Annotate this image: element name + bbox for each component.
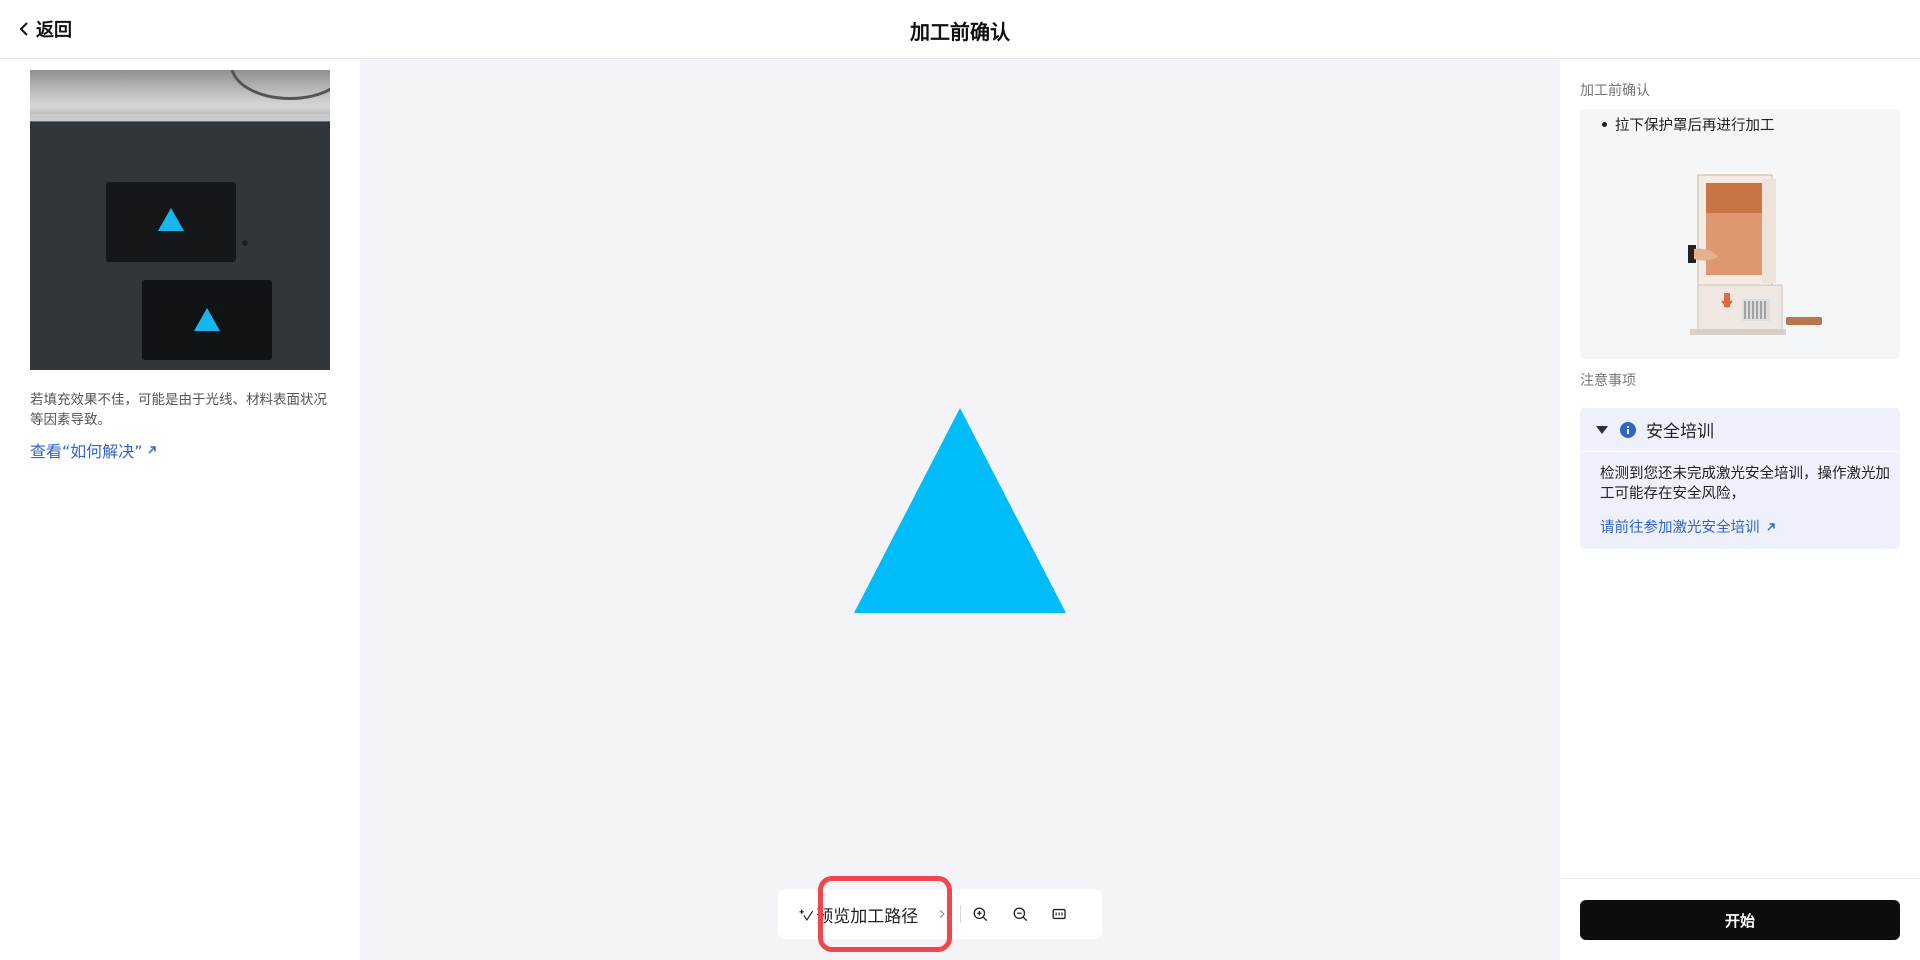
canvas-shapes (854, 408, 1066, 613)
external-link-icon (148, 446, 156, 454)
caret-down-icon (1596, 425, 1608, 434)
safety-training-card: 安全培训 检测到您还未完成激光安全培训，操作激光加工可能存在安全风险， 请前往参… (1580, 408, 1900, 549)
engraved-triangle (158, 208, 184, 231)
chevron-right-icon[interactable] (938, 907, 945, 921)
safety-training-text: 检测到您还未完成激光安全培训，操作激光加工可能存在安全风险， (1600, 466, 1890, 502)
footer-divider (1560, 878, 1920, 879)
zoom-out-icon[interactable] (1012, 903, 1028, 925)
confirm-section-label: 加工前确认 (1580, 83, 1650, 99)
material-card (142, 280, 272, 360)
preview-path-button[interactable]: 预览加工路径 (816, 902, 918, 927)
material-card (106, 182, 236, 262)
fit-screen-icon[interactable] (1051, 903, 1067, 925)
fill-hint-text: 若填充效果不佳，可能是由于光线、材料表面状况等因素导致。 (30, 392, 327, 428)
safety-training-link-label: 请前往参加激光安全培训 (1600, 520, 1760, 536)
bed-mark (242, 240, 248, 246)
external-link-icon (1766, 522, 1775, 531)
start-button[interactable]: 开始 (1580, 900, 1900, 940)
right-panel: 加工前确认 拉下保护罩后再进行加工 注意事项 安全培训 检测到您还未完成激光安全… (1560, 60, 1920, 960)
info-icon (1620, 421, 1636, 438)
zoom-in-icon[interactable] (972, 903, 988, 925)
how-to-solve-label: 查看“如何解决” (30, 442, 143, 461)
design-canvas[interactable]: 预览加工路径 (360, 60, 1560, 960)
safety-training-header[interactable]: 安全培训 (1580, 408, 1900, 452)
page-title: 加工前确认 (910, 20, 1010, 44)
path-preview-icon[interactable] (798, 903, 814, 925)
canvas-toolbar: 预览加工路径 (778, 876, 1102, 952)
safety-training-link[interactable]: 请前往参加激光安全培训 (1600, 516, 1776, 537)
triangle-shape[interactable] (854, 408, 1066, 613)
how-to-solve-link[interactable]: 查看“如何解决” (30, 438, 157, 462)
bullet-dot (1602, 122, 1607, 127)
confirm-item: 拉下保护罩后再进行加工 (1602, 114, 1775, 135)
toolbar-divider (959, 905, 961, 923)
laser-machine-illustration (1688, 174, 1822, 335)
camera-preview-image (30, 70, 330, 370)
confirm-box: 拉下保护罩后再进行加工 (1580, 109, 1900, 359)
top-bar: 返回 加工前确认 (0, 0, 1920, 59)
left-panel: 若填充效果不佳，可能是由于光线、材料表面状况等因素导致。 查看“如何解决” (0, 60, 360, 960)
notes-section-label: 注意事项 (1580, 373, 1636, 389)
machine-rail (30, 114, 330, 122)
engraved-triangle (194, 308, 220, 331)
confirm-item-text: 拉下保护罩后再进行加工 (1615, 118, 1775, 134)
safety-training-title: 安全培训 (1646, 422, 1714, 442)
